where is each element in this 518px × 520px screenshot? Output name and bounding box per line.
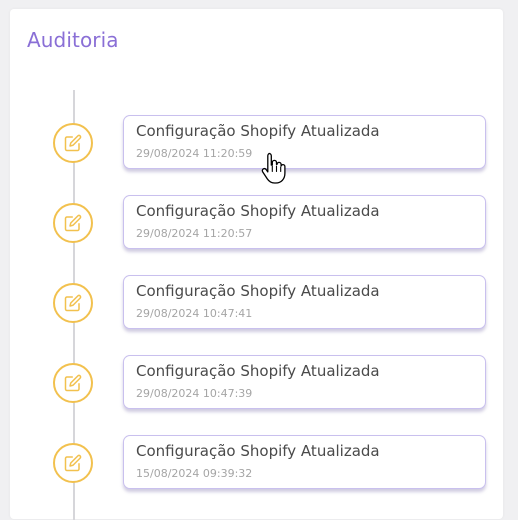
audit-entry-card[interactable]: Configuração Shopify Atualizada 29/08/20… (123, 195, 486, 249)
timeline-entry: Configuração Shopify Atualizada 29/08/20… (10, 275, 503, 331)
audit-panel: Auditoria Configuração Shopify Atualizad… (10, 9, 503, 520)
audit-entry-card[interactable]: Configuração Shopify Atualizada 29/08/20… (123, 115, 486, 169)
entry-title: Configuração Shopify Atualizada (136, 362, 380, 380)
entry-timestamp: 29/08/2024 10:47:41 (136, 307, 253, 320)
edit-icon (53, 443, 93, 483)
edit-icon (53, 363, 93, 403)
timeline-entry: Configuração Shopify Atualizada 29/08/20… (10, 355, 503, 411)
entry-timestamp: 29/08/2024 10:47:39 (136, 387, 253, 400)
audit-entry-card[interactable]: Configuração Shopify Atualizada 15/08/20… (123, 435, 486, 489)
entry-timestamp: 29/08/2024 11:20:57 (136, 227, 253, 240)
edit-icon (53, 123, 93, 163)
audit-timeline: Configuração Shopify Atualizada 29/08/20… (10, 9, 503, 520)
edit-icon (53, 283, 93, 323)
edit-icon (53, 203, 93, 243)
entry-timestamp: 29/08/2024 11:20:59 (136, 147, 253, 160)
audit-entry-card[interactable]: Configuração Shopify Atualizada 29/08/20… (123, 355, 486, 409)
entry-timestamp: 15/08/2024 09:39:32 (136, 467, 253, 480)
entry-title: Configuração Shopify Atualizada (136, 282, 380, 300)
entry-title: Configuração Shopify Atualizada (136, 442, 380, 460)
timeline-entry: Configuração Shopify Atualizada 15/08/20… (10, 435, 503, 491)
audit-entry-card[interactable]: Configuração Shopify Atualizada 29/08/20… (123, 275, 486, 329)
timeline-entry: Configuração Shopify Atualizada 29/08/20… (10, 195, 503, 251)
entry-title: Configuração Shopify Atualizada (136, 202, 380, 220)
entry-title: Configuração Shopify Atualizada (136, 122, 380, 140)
timeline-entry: Configuração Shopify Atualizada 29/08/20… (10, 115, 503, 171)
